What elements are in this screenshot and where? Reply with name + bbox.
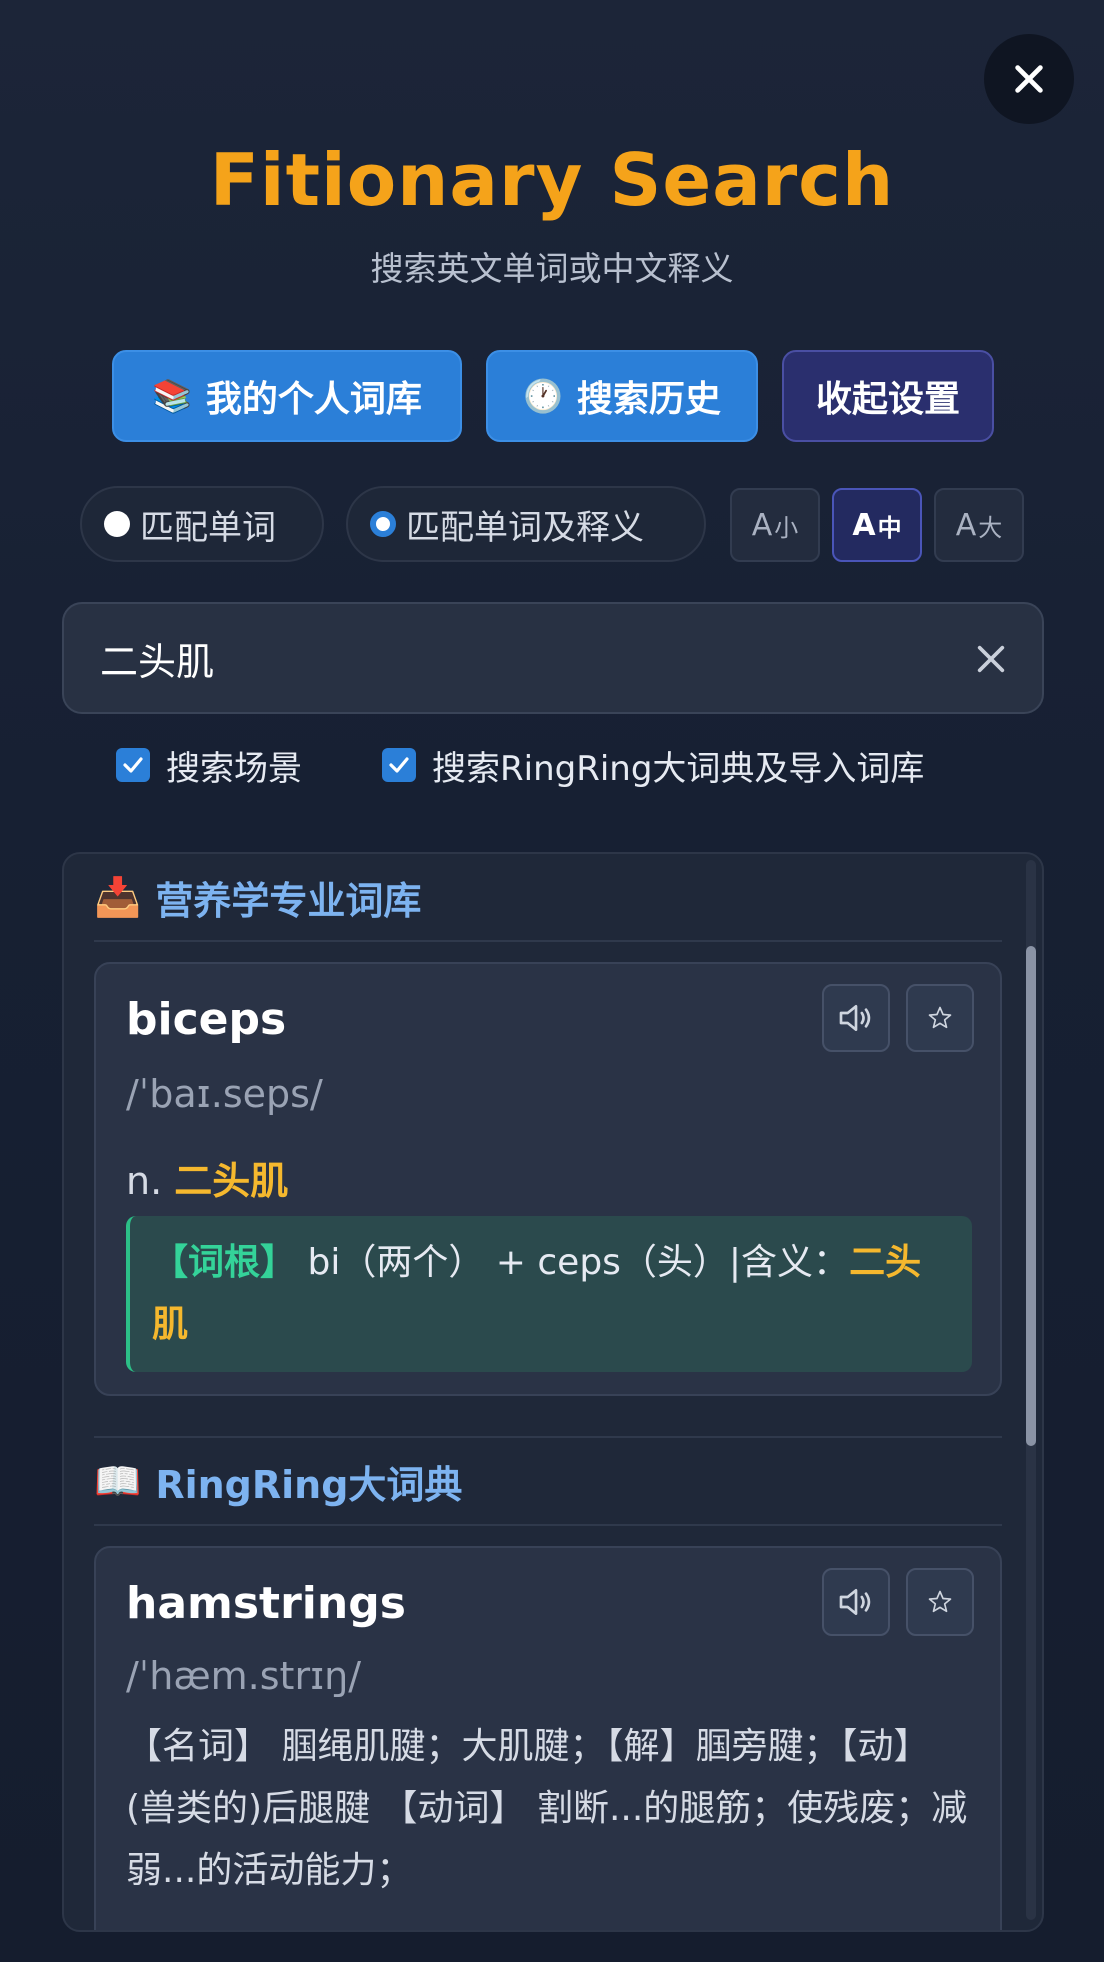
match-word-label: 匹配单词 xyxy=(140,507,276,548)
font-medium-a: A xyxy=(852,507,876,543)
word-title: biceps xyxy=(126,994,287,1045)
collapse-settings-button[interactable]: 收起设置 xyxy=(782,350,994,442)
phonetic: /ˈbaɪ.seps/ xyxy=(126,1072,323,1116)
inbox-icon: 📥 xyxy=(94,875,142,919)
section-title-label: RingRing大词典 xyxy=(155,1463,463,1507)
match-word-def-label: 匹配单词及释义 xyxy=(406,507,644,548)
word-card-hamstrings: hamstrings /ˈhæm.strɪŋ/ 【名词】 腘绳肌腱；大肌腱；【解… xyxy=(94,1546,1002,1930)
personal-vocab-button[interactable]: 📚 我的个人词库 xyxy=(112,350,462,442)
favorite-button[interactable] xyxy=(906,984,974,1052)
pronounce-button[interactable] xyxy=(822,1568,890,1636)
close-button[interactable] xyxy=(984,34,1074,124)
part-of-speech: n. xyxy=(126,1159,163,1203)
phonetic: /ˈhæm.strɪŋ/ xyxy=(126,1654,362,1698)
section-title-label: 营养学专业词库 xyxy=(155,879,422,923)
books-icon: 📚 xyxy=(152,377,192,415)
root-tag: 【词根】 xyxy=(152,1242,297,1283)
app-subtitle: 搜索英文单词或中文释义 xyxy=(370,249,734,288)
font-small-a: A xyxy=(751,507,773,543)
scrollbar-thumb[interactable] xyxy=(1026,946,1036,1446)
search-dict-option[interactable]: 搜索RingRing大词典及导入词库 xyxy=(382,740,924,790)
word-title: hamstrings xyxy=(126,1578,406,1629)
word-card-biceps: biceps /ˈbaɪ.seps/ n. 二头肌 【词根】 bi（两个） + … xyxy=(94,962,1002,1396)
match-word-radio[interactable]: 匹配单词 xyxy=(80,486,324,562)
font-size-medium-button[interactable]: A中 xyxy=(832,488,922,562)
divider xyxy=(94,1436,1002,1438)
favorite-button[interactable] xyxy=(906,1568,974,1636)
speaker-icon xyxy=(839,1589,871,1615)
search-box xyxy=(62,602,1044,714)
definition-text: 【名词】 腘绳肌腱；大肌腱；【解】腘旁腱；【动】(兽类的)后腿腱 【动词】 割断… xyxy=(126,1726,968,1891)
section-title-nutrition: 📥 营养学专业词库 xyxy=(94,870,421,925)
match-word-def-radio[interactable]: 匹配单词及释义 xyxy=(346,486,706,562)
clock-icon: 🕐 xyxy=(523,377,563,415)
font-large-label: 大 xyxy=(978,513,1003,542)
search-panel: Fitionary Search 搜索英文单词或中文释义 📚 我的个人词库 🕐 … xyxy=(0,0,1104,1962)
search-scene-option[interactable]: 搜索场景 xyxy=(116,740,302,790)
checkbox-checked-icon[interactable] xyxy=(116,748,150,782)
personal-vocab-label: 我的个人词库 xyxy=(205,379,422,420)
radio-off-icon xyxy=(104,511,130,537)
meaning-text: 二头肌 xyxy=(174,1159,289,1203)
close-icon xyxy=(1015,65,1043,93)
font-size-small-button[interactable]: A小 xyxy=(730,488,820,562)
search-history-button[interactable]: 🕐 搜索历史 xyxy=(486,350,758,442)
meaning-line: n. 二头肌 xyxy=(126,1150,288,1205)
results-panel: 📥 营养学专业词库 biceps /ˈbaɪ.seps/ n. 二头肌 【词根】… xyxy=(62,852,1044,1932)
word-root-box: 【词根】 bi（两个） + ceps（头）|含义：二头肌 xyxy=(126,1216,972,1372)
clear-icon[interactable] xyxy=(974,642,1008,676)
root-text: bi（两个） + ceps（头）|含义： xyxy=(307,1242,850,1283)
font-large-a: A xyxy=(955,507,977,543)
font-size-large-button[interactable]: A大 xyxy=(934,488,1024,562)
search-history-label: 搜索历史 xyxy=(576,379,721,420)
divider xyxy=(94,1524,1002,1526)
search-dict-label: 搜索RingRing大词典及导入词库 xyxy=(432,748,925,789)
book-icon: 📖 xyxy=(94,1459,142,1503)
search-scene-label: 搜索场景 xyxy=(166,748,302,789)
checkbox-checked-icon[interactable] xyxy=(382,748,416,782)
star-icon xyxy=(928,1006,952,1029)
section-title-ringring: 📖 RingRing大词典 xyxy=(94,1454,462,1509)
pronounce-button[interactable] xyxy=(822,984,890,1052)
collapse-settings-label: 收起设置 xyxy=(815,379,960,420)
star-icon xyxy=(928,1590,952,1613)
app-title: Fitionary Search xyxy=(209,138,895,222)
font-medium-label: 中 xyxy=(877,513,902,542)
speaker-icon xyxy=(839,1005,871,1031)
search-input[interactable] xyxy=(100,636,900,680)
radio-on-icon xyxy=(370,511,396,537)
font-small-label: 小 xyxy=(774,513,799,542)
divider xyxy=(94,940,1002,942)
